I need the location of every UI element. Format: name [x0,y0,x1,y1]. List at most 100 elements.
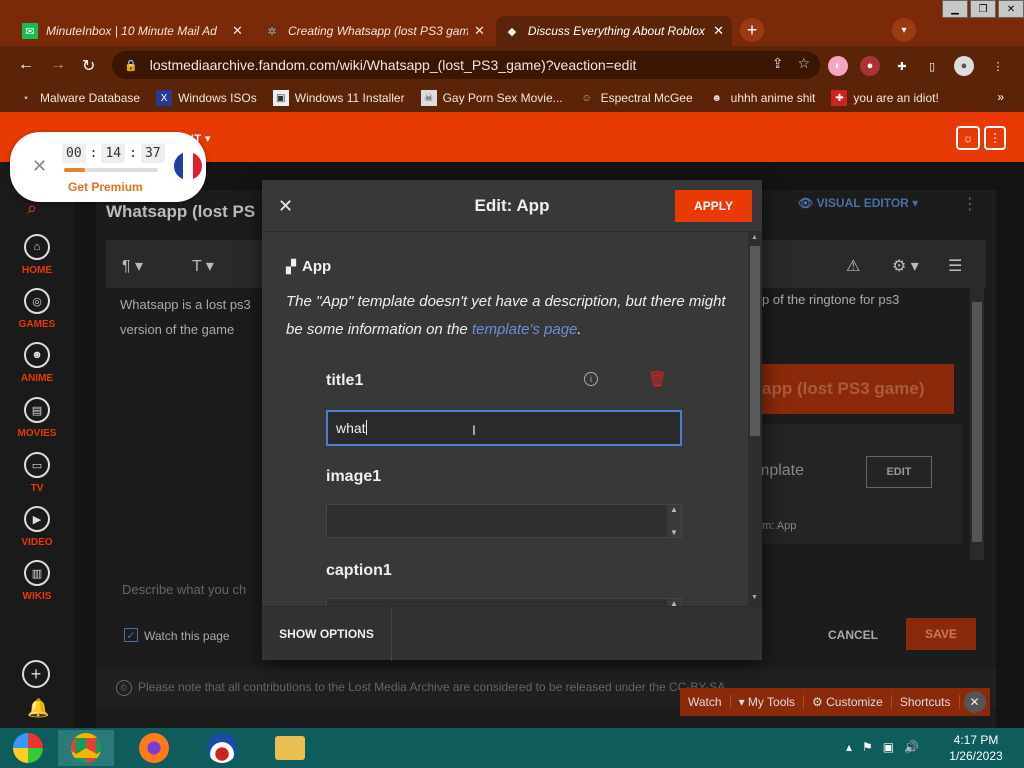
bookmark-item[interactable]: ☺ Espectral McGee [579,90,693,106]
apply-button[interactable]: APPLY [675,190,752,222]
france-flag-icon[interactable] [174,152,202,180]
flag-icon[interactable]: ⚑ [862,740,873,754]
movie-icon: ▤ [24,397,50,423]
minimize-button[interactable]: ▁ [942,0,968,18]
rail-tv[interactable]: ▭ TV [0,452,74,494]
title1-input[interactable]: what [326,410,682,446]
cancel-button[interactable]: CANCEL [828,628,878,642]
rail-games[interactable]: ◎ GAMES [0,288,74,330]
tab-close-icon[interactable]: ✕ [474,23,485,39]
dialog-scrollbar[interactable]: ▲ ▼ [748,232,762,606]
bookmark-item[interactable]: ☠ Gay Porn Sex Movie... [420,90,563,106]
chrome-menu-icon[interactable]: ⋮ [988,56,1008,76]
text-style-icon[interactable]: T ▾ [192,256,214,276]
settings-gear-icon[interactable]: ⚙ ▾ [892,256,919,276]
warning-icon[interactable]: ⚠ [846,256,860,276]
save-button[interactable]: SAVE [906,618,976,650]
scrollbar-thumb[interactable] [972,302,982,542]
template-page-link[interactable]: template's page [472,321,577,338]
hamburger-menu-icon[interactable]: ☰ [948,256,962,276]
extension-flag-icon[interactable]: ◐ [828,56,848,76]
extensions-puzzle-icon[interactable]: ✚ [892,56,912,76]
reload-icon[interactable]: ↻ [82,56,95,76]
notification-bell-icon[interactable]: 🔔 [27,698,49,719]
edit-summary-input[interactable]: Describe what you ch [122,582,246,597]
scrollbar-thumb[interactable] [750,246,760,436]
taskbar-firefox[interactable] [126,730,182,766]
rail-home[interactable]: ⌂ HOME [0,234,74,276]
trash-icon[interactable]: 🗑 [648,370,667,388]
window-controls: ▁ ❐ ✕ [940,0,1024,18]
bookmark-star-icon[interactable]: ☆ [797,55,810,72]
add-icon[interactable]: + [22,660,50,688]
bookmarks-bar: ▪ Malware Database X Windows ISOs ▣ Windows… [0,84,1024,112]
paragraph-format-icon[interactable]: ¶ ▾ [122,256,143,276]
field-scroll-arrows[interactable]: ▲▼ [667,505,681,537]
tray-chevron-icon[interactable]: ▴ [846,740,852,754]
bookmark-item[interactable]: X Windows ISOs [156,90,257,106]
watch-checkbox[interactable]: ✓ [124,628,138,642]
fandom-tools-bar: Watch ▾ My Tools ⚙ Customize Shortcuts ✕ [680,688,990,716]
get-premium-link[interactable]: Get Premium [68,180,143,194]
firefox-icon [139,733,169,763]
bookmark-item[interactable]: ☻ uhhh anime shit [709,90,815,106]
tab-search-chevron-icon[interactable]: ▾ [892,18,916,42]
address-toolbar: ← → ↻ 🔒 lostmediaarchive.fandom.com/wiki… [0,46,1024,84]
more-options-icon[interactable]: ⋮ [984,126,1006,150]
info-icon[interactable]: i [584,372,598,386]
rail-anime[interactable]: ☻ ANIME [0,342,74,384]
close-icon[interactable]: ✕ [32,156,47,177]
editor-scrollbar[interactable] [970,288,984,560]
toolbar-watch[interactable]: Watch [680,695,731,709]
tab-minuteinbox[interactable]: ✉ MinuteInbox | 10 Minute Mail Ad ✕ [14,16,252,46]
scroll-up-icon[interactable]: ▲ [751,234,758,241]
template-edit-button[interactable]: EDIT [866,456,932,488]
new-tab-button[interactable]: + [740,18,764,42]
url-bar[interactable]: 🔒 lostmediaarchive.fandom.com/wiki/Whats… [112,51,820,79]
caption1-input[interactable]: ▲▼ [326,598,682,606]
image-icon: ▣ [272,90,289,106]
theme-sun-icon[interactable]: ☼ [956,126,980,150]
share-icon[interactable]: ⇪ [772,55,784,72]
infobox-title[interactable]: app (lost PS3 game) [760,364,954,414]
back-arrow-icon[interactable]: ← [18,56,34,74]
tab-close-icon[interactable]: ✕ [713,23,724,39]
bookmark-item[interactable]: ▪ Malware Database [18,90,140,106]
field-scroll-arrows[interactable]: ▲▼ [667,599,681,606]
folder-icon [275,736,305,760]
toolbar-customize[interactable]: ⚙ Customize [804,695,892,709]
show-options-button[interactable]: SHOW OPTIONS [262,607,392,661]
profile-icon[interactable]: ● [954,56,974,76]
network-icon[interactable]: ▣ [883,740,894,754]
rail-video[interactable]: ▶ VIDEO [0,506,74,548]
image1-input[interactable]: ▲ ▼ [326,504,682,538]
more-bookmarks-icon[interactable]: » [997,90,1004,104]
bookmark-item[interactable]: ▣ Windows 11 Installer [272,90,405,106]
toolbar-close-icon[interactable]: ✕ [963,691,986,713]
rail-movies[interactable]: ▤ MOVIES [0,397,74,439]
tab-close-icon[interactable]: ✕ [232,23,243,39]
taskbar-clock[interactable]: 4:17 PM 1/26/2023 [936,732,1016,764]
tab-creating-whatsapp[interactable]: ✲ Creating Whatsapp (lost PS3 gam ✕ [256,16,494,46]
close-window-button[interactable]: ✕ [998,0,1024,18]
extension-avatar-icon[interactable]: ● [860,56,880,76]
volume-icon[interactable]: 🔊 [904,740,919,754]
fandom-left-rail: ⌕ ⌂ HOME ◎ GAMES ☻ ANIME ▤ MOVIES ▭ TV ▶ VIDEO… [0,162,74,728]
tab-roblox-discuss[interactable]: ◆ Discuss Everything About Roblox ✕ [496,16,732,46]
timer-progress-fill [64,168,85,172]
visual-editor-switch[interactable]: 👁 VISUAL EDITOR ▾ [798,196,918,210]
taskbar-explorer[interactable] [262,730,318,766]
page-kebab-icon[interactable]: ⋮ [962,194,978,214]
forward-arrow-icon[interactable]: → [50,56,66,74]
maximize-button[interactable]: ❐ [970,0,996,18]
taskbar-chrome[interactable] [58,730,114,766]
scroll-down-icon[interactable]: ▼ [751,594,758,601]
bookmark-item[interactable]: ✚ you are an idiot! [831,90,939,106]
start-button[interactable] [0,730,56,766]
toolbar-my-tools[interactable]: ▾ My Tools [731,695,805,709]
rail-wikis[interactable]: ▥ WIKIS [0,560,74,602]
taskbar-obama[interactable] [194,730,250,766]
template-card: mplate EDIT om: App [740,424,962,544]
toolbar-shortcuts[interactable]: Shortcuts [892,695,960,709]
sidebar-toggle-icon[interactable]: ▯ [922,56,942,76]
